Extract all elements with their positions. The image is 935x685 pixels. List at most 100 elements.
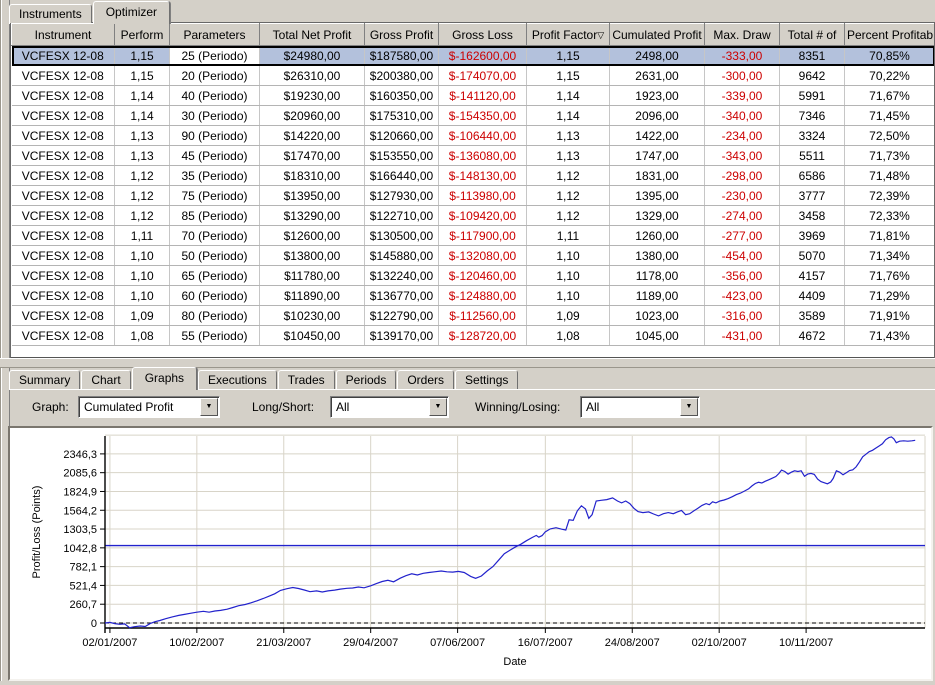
table-cell: 1,13	[115, 146, 170, 166]
table-row[interactable]: VCFESX 12-081,1170 (Periodo)$12600,00$13…	[12, 226, 935, 246]
table-cell: VCFESX 12-08	[12, 266, 115, 286]
x-tick-label: 02/01/2007	[82, 637, 137, 649]
table-cell: 1260,00	[610, 226, 705, 246]
table-cell: 1,15	[115, 46, 170, 66]
table-cell: 2631,00	[610, 66, 705, 86]
table-row[interactable]: VCFESX 12-081,1520 (Periodo)$26310,00$20…	[12, 66, 935, 86]
table-cell: 3969	[780, 226, 845, 246]
table-row[interactable]: VCFESX 12-081,1345 (Periodo)$17470,00$15…	[12, 146, 935, 166]
table-cell: 71,29%	[845, 286, 935, 306]
bottom-tab-strip: Summary Chart Graphs Executions Trades P…	[9, 367, 935, 390]
winning-losing-select[interactable]: All ▼	[580, 396, 700, 418]
dropdown-arrow-icon[interactable]: ▼	[200, 398, 218, 416]
y-tick-label: 0	[91, 618, 97, 630]
table-cell: -298,00	[705, 166, 780, 186]
table-cell: 1,14	[115, 106, 170, 126]
table-row[interactable]: VCFESX 12-081,0855 (Periodo)$10450,00$13…	[12, 326, 935, 346]
column-header-total-of[interactable]: Total # of	[780, 24, 845, 46]
column-header-cumulated-profit[interactable]: Cumulated Profit	[610, 24, 705, 46]
graph-select-value: Cumulated Profit	[84, 400, 199, 414]
table-cell: VCFESX 12-08	[12, 106, 115, 126]
table-cell: $-136080,00	[439, 146, 527, 166]
table-cell: 1,13	[527, 146, 610, 166]
tab-executions[interactable]: Executions	[198, 370, 277, 389]
dropdown-arrow-icon[interactable]: ▼	[680, 398, 698, 416]
tab-chart[interactable]: Chart	[81, 370, 130, 389]
table-cell: 1,10	[115, 246, 170, 266]
table-cell: 1,15	[115, 66, 170, 86]
table-row[interactable]: VCFESX 12-081,1060 (Periodo)$11890,00$13…	[12, 286, 935, 306]
table-cell: $-128720,00	[439, 326, 527, 346]
table-cell: 5991	[780, 86, 845, 106]
table-row[interactable]: VCFESX 12-081,1430 (Periodo)$20960,00$17…	[12, 106, 935, 126]
table-row[interactable]: VCFESX 12-081,1525 (Periodo)$24980,00$18…	[12, 46, 935, 66]
table-cell: -234,00	[705, 126, 780, 146]
column-header-instrument[interactable]: Instrument	[12, 24, 115, 46]
table-row[interactable]: VCFESX 12-081,1065 (Periodo)$11780,00$13…	[12, 266, 935, 286]
column-header-parameters[interactable]: Parameters	[170, 24, 260, 46]
table-cell: $-132080,00	[439, 246, 527, 266]
tab-orders[interactable]: Orders	[397, 370, 454, 389]
cumulated-profit-chart: 0260,7521,4782,11042,81303,51564,21824,9…	[8, 426, 933, 681]
table-cell: $-162600,00	[439, 46, 527, 66]
table-cell: 1923,00	[610, 86, 705, 106]
table-row[interactable]: VCFESX 12-081,1050 (Periodo)$13800,00$14…	[12, 246, 935, 266]
table-row[interactable]: VCFESX 12-081,1440 (Periodo)$19230,00$16…	[12, 86, 935, 106]
table-cell: 1023,00	[610, 306, 705, 326]
table-cell: $17470,00	[260, 146, 365, 166]
table-cell: 1,12	[527, 206, 610, 226]
table-cell: $13290,00	[260, 206, 365, 226]
column-header-max-draw[interactable]: Max. Draw	[705, 24, 780, 46]
optimizer-results-table: InstrumentPerformParametersTotal Net Pro…	[10, 22, 935, 359]
tab-settings[interactable]: Settings	[455, 370, 518, 389]
table-cell: $127930,00	[365, 186, 439, 206]
column-header-total-net-profit[interactable]: Total Net Profit	[260, 24, 365, 46]
table-cell: -316,00	[705, 306, 780, 326]
graph-select[interactable]: Cumulated Profit ▼	[78, 396, 220, 418]
table-row[interactable]: VCFESX 12-081,1235 (Periodo)$18310,00$16…	[12, 166, 935, 186]
y-tick-label: 782,1	[69, 562, 97, 574]
table-cell: 25 (Periodo)	[170, 46, 260, 66]
table-cell: 70,85%	[845, 46, 935, 66]
column-header-gross-loss[interactable]: Gross Loss	[439, 24, 527, 46]
table-cell: 55 (Periodo)	[170, 326, 260, 346]
y-tick-label: 1042,8	[63, 543, 97, 555]
tab-trades[interactable]: Trades	[278, 370, 335, 389]
column-header-percent-profitab[interactable]: Percent Profitab	[845, 24, 935, 46]
y-tick-label: 1564,2	[63, 505, 97, 517]
top-tab-optimizer[interactable]: Optimizer	[93, 1, 170, 24]
long-short-select[interactable]: All ▼	[330, 396, 449, 418]
top-tab-instruments[interactable]: Instruments	[9, 4, 92, 23]
tab-summary[interactable]: Summary	[9, 370, 80, 389]
table-cell: 8351	[780, 46, 845, 66]
window-bottom-edge	[0, 681, 935, 685]
table-row[interactable]: VCFESX 12-081,1390 (Periodo)$14220,00$12…	[12, 126, 935, 146]
table-cell: $10230,00	[260, 306, 365, 326]
tab-periods[interactable]: Periods	[336, 370, 397, 389]
table-cell: $136770,00	[365, 286, 439, 306]
column-header-perform[interactable]: Perform	[115, 24, 170, 46]
y-tick-label: 2085,6	[63, 468, 97, 480]
winning-losing-label: Winning/Losing:	[475, 400, 560, 414]
table-cell: 72,39%	[845, 186, 935, 206]
table-cell: 2096,00	[610, 106, 705, 126]
table-cell: VCFESX 12-08	[12, 166, 115, 186]
tab-graphs[interactable]: Graphs	[132, 367, 197, 390]
table-cell: $-124880,00	[439, 286, 527, 306]
column-header-profit-factor[interactable]: Profit Factor▽	[527, 24, 610, 46]
table-row[interactable]: VCFESX 12-081,0980 (Periodo)$10230,00$12…	[12, 306, 935, 326]
table-cell: $130500,00	[365, 226, 439, 246]
table-cell: -423,00	[705, 286, 780, 306]
dropdown-arrow-icon[interactable]: ▼	[429, 398, 447, 416]
table-cell: -340,00	[705, 106, 780, 126]
table-row[interactable]: VCFESX 12-081,1285 (Periodo)$13290,00$12…	[12, 206, 935, 226]
long-short-select-value: All	[336, 400, 428, 414]
table-cell: 1,08	[115, 326, 170, 346]
table-cell: 1,10	[115, 286, 170, 306]
table-cell: 9642	[780, 66, 845, 86]
table-cell: 71,67%	[845, 86, 935, 106]
table-cell: $-109420,00	[439, 206, 527, 226]
column-header-gross-profit[interactable]: Gross Profit	[365, 24, 439, 46]
table-row[interactable]: VCFESX 12-081,1275 (Periodo)$13950,00$12…	[12, 186, 935, 206]
table-cell: $187580,00	[365, 46, 439, 66]
